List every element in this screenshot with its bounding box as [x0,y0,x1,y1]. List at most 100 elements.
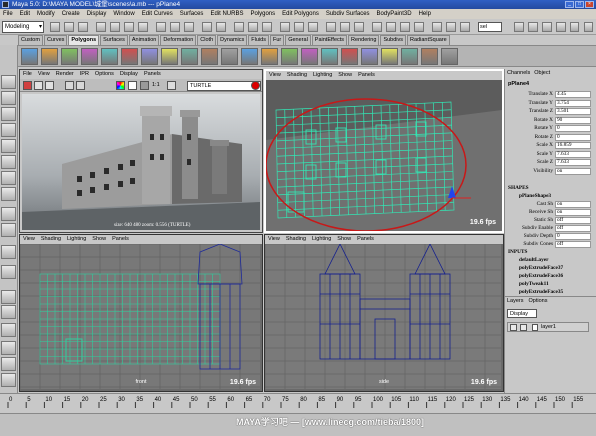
renderer-dropdown[interactable]: TURTLE [187,81,261,91]
status-line-tool-icon[interactable] [542,22,552,32]
shelf-tab-rendering[interactable]: Rendering [348,35,380,45]
shelf-tool-icon[interactable] [201,48,218,65]
status-line-tool-icon[interactable] [110,22,120,32]
shelf-tool-icon[interactable] [181,48,198,65]
layer-color-swatch[interactable] [532,324,538,331]
menu-file[interactable]: File [3,9,13,19]
channel-attr-translate-x[interactable]: Translate X 4.45 [505,91,593,98]
side-menu-panels[interactable]: Panels [357,235,374,244]
layer-menu-layers[interactable]: Layers [507,298,524,304]
input-node[interactable]: polyExtrudeFace35 [519,289,563,295]
shelf-tab-cloth[interactable]: Cloth [197,35,217,45]
shelf-tool-icon[interactable] [301,48,318,65]
rgb-channel-icon[interactable] [116,81,125,90]
input-node[interactable]: defaultLayer [519,257,548,263]
toolbox-tool-icon[interactable] [1,245,16,259]
persp-menu-show[interactable]: Show [338,71,352,80]
menu-help[interactable]: Help [419,9,431,19]
layer-display-dropdown[interactable]: Display [507,309,537,318]
toolbox-tool-icon[interactable] [1,123,16,137]
toolbox-tool-icon[interactable] [1,187,16,201]
layer-name[interactable]: layer1 [541,323,556,332]
shape-attr-receive-sh[interactable]: Receive Sh on [505,209,593,216]
channel-attr-translate-z[interactable]: Translate Z 3.501 [505,108,593,115]
close-button[interactable]: × [585,1,594,8]
status-line-tool-icon[interactable] [202,22,212,32]
toolbox-tool-icon[interactable] [1,75,16,89]
shelf-tool-icon[interactable] [441,48,458,65]
channel-attr-value[interactable]: 0 [555,125,591,132]
selection-field[interactable]: sel [478,22,502,32]
status-line-tool-icon[interactable] [138,22,148,32]
layer-menu-options[interactable]: Options [529,298,548,304]
keep-image-icon[interactable] [167,81,176,90]
channel-attr-translate-y[interactable]: Translate Y 3.754 [505,99,593,107]
menu-edit-nurbs[interactable]: Edit NURBS [210,9,243,19]
shelf-tool-icon[interactable] [281,48,298,65]
toolbox-tool-icon[interactable] [1,373,16,387]
menu-window[interactable]: Window [113,9,134,19]
status-line-tool-icon[interactable] [556,22,566,32]
shelf-tab-fur[interactable]: Fur [269,35,285,45]
input-node[interactable]: polyTweak11 [519,281,549,287]
shelf-tool-icon[interactable] [41,48,58,65]
menu-bodypaint3d[interactable]: BodyPaint3D [377,9,412,19]
status-line-tool-icon[interactable] [156,22,166,32]
fit-icon[interactable] [140,81,149,90]
status-line-tool-icon[interactable] [354,22,364,32]
render-menu-panels[interactable]: Panels [144,70,161,79]
status-line-tool-icon[interactable] [570,22,579,32]
status-line-tool-icon[interactable] [514,22,524,32]
menu-modify[interactable]: Modify [37,9,55,19]
shelf-tab-custom[interactable]: Custom [18,35,43,45]
render-menu-view[interactable]: View [38,70,50,79]
front-menu-view[interactable]: View [23,235,35,244]
input-node[interactable]: polyExtrudeFace37 [519,265,563,271]
range-slider[interactable]: MAYA学习吧 — [www.linecg.com/tieba/1800] [0,413,596,436]
toolbox-tool-icon[interactable] [1,91,16,105]
persp-menu-view[interactable]: View [269,71,281,80]
status-line-tool-icon[interactable] [248,22,258,32]
shelf-tool-icon[interactable] [401,48,418,65]
toolbox-tool-icon[interactable] [1,305,16,319]
shelf-tab-animation[interactable]: Animation [128,35,160,45]
menu-edit-curves[interactable]: Edit Curves [142,9,173,19]
menu-display[interactable]: Display [87,9,107,19]
status-line-tool-icon[interactable] [584,22,593,32]
persp-menu-shading[interactable]: Shading [287,71,307,80]
channel-attr-value[interactable]: 90 [555,116,591,124]
persp-menu-panels[interactable]: Panels [358,71,375,80]
status-line-tool-icon[interactable] [262,22,272,32]
status-line-tool-icon[interactable] [170,22,180,32]
status-line-tool-icon[interactable] [308,22,318,32]
persp-menu-lighting[interactable]: Lighting [313,71,332,80]
status-line-tool-icon[interactable] [460,22,470,32]
menu-polygons[interactable]: Polygons [250,9,275,19]
refresh-icon[interactable] [45,81,54,90]
shelf-tool-icon[interactable] [161,48,178,65]
shelf-tool-icon[interactable] [241,48,258,65]
channel-attr-scale-x[interactable]: Scale X 16.859 [505,142,593,149]
render-menu-ipr[interactable]: IPR [80,70,89,79]
status-line-tool-icon[interactable] [234,22,244,32]
status-line-tool-icon[interactable] [326,22,336,32]
status-line-tool-icon[interactable] [280,22,290,32]
status-line-tool-icon[interactable] [294,22,304,32]
shelf-tool-icon[interactable] [261,48,278,65]
status-line-tool-icon[interactable] [528,22,538,32]
shelf-tool-icon[interactable] [121,48,138,65]
shelf-tab-curves[interactable]: Curves [43,35,68,45]
channel-attr-visibility[interactable]: Visibility on [505,167,593,175]
shelf-tool-icon[interactable] [321,48,338,65]
maximize-button[interactable]: □ [575,1,584,8]
shelf-tool-icon[interactable] [361,48,378,65]
front-menu-panels[interactable]: Panels [112,235,129,244]
status-line-tool-icon[interactable] [446,22,456,32]
channel-attr-rotate-y[interactable]: Rotate Y0 [505,125,593,132]
menu-create[interactable]: Create [62,9,80,19]
toolbox-tool-icon[interactable] [1,107,16,121]
toolbox-tool-icon[interactable] [1,171,16,185]
shelf-tool-icon[interactable] [141,48,158,65]
front-menu-show[interactable]: Show [92,235,106,244]
channel-attr-value[interactable]: 4.45 [555,91,591,98]
